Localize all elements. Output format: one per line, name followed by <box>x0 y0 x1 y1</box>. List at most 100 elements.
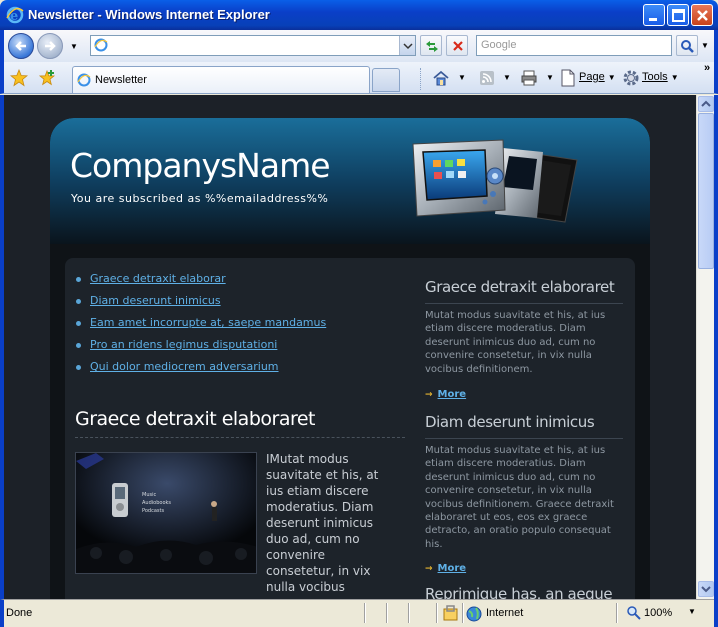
status-bar: Done Internet 100% ▼ <box>0 599 714 627</box>
status-separator <box>364 603 366 623</box>
status-text: Done <box>6 607 33 619</box>
photo-caption-podcasts: Podcasts <box>142 508 164 514</box>
close-button[interactable] <box>691 4 713 26</box>
article-link[interactable]: Eam amet incorrupte at, saepe mandamus <box>90 316 326 329</box>
feeds-dropdown[interactable]: ▼ <box>503 73 511 82</box>
new-tab-button[interactable] <box>372 68 400 92</box>
scroll-down-button[interactable] <box>698 581 714 597</box>
list-item: Eam amet incorrupte at, saepe mandamus <box>73 316 326 338</box>
status-separator <box>462 603 464 623</box>
more-link[interactable]: → More <box>425 563 466 574</box>
print-dropdown[interactable]: ▼ <box>546 73 554 82</box>
company-name: CompanysName <box>70 146 331 185</box>
favorites-star-icon[interactable] <box>10 69 28 87</box>
toolbar-grip <box>420 68 422 90</box>
back-arrow-icon <box>15 41 26 51</box>
status-separator <box>408 603 410 623</box>
article-link[interactable]: Qui dolor mediocrem adversarium <box>90 360 279 373</box>
scroll-thumb[interactable] <box>698 113 714 269</box>
ie-logo-icon: e <box>6 6 24 24</box>
page-icon <box>94 38 108 52</box>
list-item: Qui dolor mediocrem adversarium <box>73 360 326 382</box>
add-favorites-icon[interactable] <box>38 69 56 87</box>
address-field[interactable] <box>90 35 416 56</box>
newsletter-header: CompanysName You are subscribed as %%ema… <box>50 118 650 244</box>
zoom-icon <box>627 606 641 620</box>
gear-icon <box>623 70 639 86</box>
zoom-level: 100% <box>644 607 673 619</box>
list-item: Pro an ridens legimus disputationi <box>73 338 326 360</box>
status-separator <box>436 603 438 623</box>
bullet-icon <box>76 365 81 370</box>
address-toolbar: ▼ Google ▼ <box>0 30 718 62</box>
page-menu-icon <box>561 69 575 87</box>
keynote-stage-image: Music Audiobooks Podcasts <box>76 453 256 573</box>
home-button[interactable]: ▼ <box>432 69 468 87</box>
status-separator <box>386 603 388 623</box>
window-frame-right <box>714 95 718 627</box>
search-options-dropdown[interactable]: ▼ <box>701 41 709 50</box>
zoom-control[interactable]: 100% ▼ <box>626 605 696 623</box>
sidebar-body: Mutat modus suavitate et his, at ius eti… <box>425 445 614 550</box>
bullet-icon <box>76 299 81 304</box>
tools-menu[interactable]: Tools ▼ <box>622 69 684 87</box>
refresh-button[interactable] <box>420 35 442 56</box>
security-zone[interactable]: Internet <box>466 605 523 623</box>
subscription-note: You are subscribed as %%emailaddress%% <box>71 192 329 205</box>
feeds-button[interactable]: ▼ <box>478 69 514 87</box>
maximize-button[interactable] <box>667 4 689 26</box>
tab-newsletter[interactable]: Newsletter <box>72 66 370 93</box>
vertical-scrollbar[interactable] <box>696 95 714 599</box>
scroll-up-button[interactable] <box>698 96 714 112</box>
page-icon <box>77 73 91 87</box>
remote-control-image <box>412 139 578 223</box>
rss-feed-icon <box>480 71 494 85</box>
article-link[interactable]: Pro an ridens legimus disputationi <box>90 338 277 351</box>
more-link[interactable]: → More <box>425 389 466 400</box>
forward-button[interactable] <box>37 33 63 59</box>
bullet-icon <box>76 343 81 348</box>
search-button[interactable] <box>676 35 698 56</box>
arrow-icon: → <box>425 390 433 400</box>
page-menu[interactable]: Page ▼ <box>559 69 619 87</box>
bullet-icon <box>76 321 81 326</box>
photo-caption-audiobooks: Audiobooks <box>142 500 171 506</box>
article-link[interactable]: Graece detraxit elaborar <box>90 272 226 285</box>
chevron-up-icon <box>701 100 711 107</box>
arrow-icon: → <box>425 564 433 574</box>
protected-mode-icon[interactable] <box>442 605 460 623</box>
photo-caption-music: Music <box>142 492 156 498</box>
divider <box>425 303 623 304</box>
newsletter-content: Graece detraxit elaborar Diam deserunt i… <box>65 258 635 599</box>
main-article-body: IMutat modus suavitate et his, at ius et… <box>266 452 379 594</box>
page-viewport: CompanysName You are subscribed as %%ema… <box>4 95 696 599</box>
sidebar-heading: Diam deserunt inimicus <box>425 413 595 431</box>
chevron-down-icon <box>701 586 711 593</box>
search-icon <box>681 40 694 53</box>
minimize-button[interactable] <box>643 4 665 26</box>
recent-pages-dropdown[interactable]: ▼ <box>70 42 78 51</box>
list-item: Diam deserunt inimicus <box>73 294 326 316</box>
home-icon <box>433 70 449 86</box>
bullet-icon <box>76 277 81 282</box>
home-dropdown[interactable]: ▼ <box>458 73 466 82</box>
forward-arrow-icon <box>45 41 56 51</box>
search-input[interactable]: Google <box>476 35 672 56</box>
zone-label: Internet <box>486 607 524 619</box>
more-commands-chevron[interactable]: » <box>704 62 710 74</box>
tab-label: Newsletter <box>95 74 147 86</box>
address-dropdown[interactable] <box>399 36 415 55</box>
sidebar-heading: Graece detraxit elaboraret <box>425 278 615 296</box>
divider <box>75 437 405 438</box>
zoom-dropdown[interactable]: ▼ <box>688 607 696 616</box>
status-separator <box>616 603 618 623</box>
tab-command-bar: Newsletter ▼ ▼ ▼ Page ▼ Tools ▼ » <box>0 62 718 94</box>
print-button[interactable]: ▼ <box>520 69 556 87</box>
article-link[interactable]: Diam deserunt inimicus <box>90 294 221 307</box>
stop-button[interactable] <box>446 35 468 56</box>
back-button[interactable] <box>8 33 34 59</box>
stop-icon <box>453 41 463 51</box>
article-photo: Music Audiobooks Podcasts <box>75 452 257 574</box>
window-title: Newsletter - Windows Internet Explorer <box>28 7 270 22</box>
list-item: Graece detraxit elaborar <box>73 272 326 294</box>
